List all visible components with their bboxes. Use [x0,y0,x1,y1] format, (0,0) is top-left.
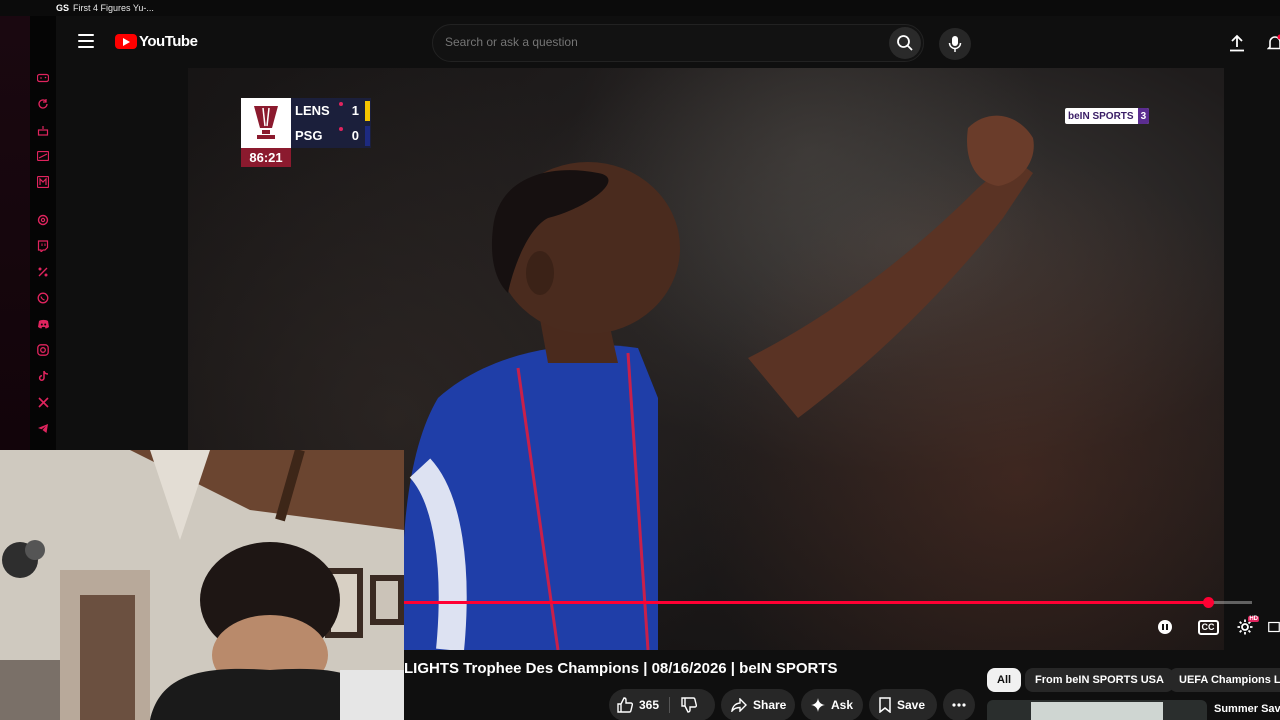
m-icon[interactable] [36,175,50,189]
openai-icon[interactable] [36,213,50,227]
upload-button[interactable] [1226,32,1248,54]
discord-icon[interactable] [36,317,50,331]
side-rail-accent [0,16,30,450]
chip-topic[interactable]: UEFA Champions League [1169,668,1280,692]
red-card-icon [339,102,343,106]
refresh-icon[interactable] [36,97,50,111]
red-card-icon [339,127,343,131]
pause-icon [1158,620,1172,634]
broadcaster-name: beIN SPORTS [1068,110,1134,122]
sparkle-icon [811,698,825,712]
home-team: LENS [295,103,330,118]
like-dislike-group: 365 [609,689,715,720]
like-button[interactable]: 365 [617,689,659,720]
match-clock: 86:21 [241,148,291,167]
ask-button[interactable]: Ask [801,689,863,720]
webcam-feed-image [0,450,404,720]
away-team: PSG [295,128,323,143]
like-count: 365 [639,698,660,712]
cc-icon: CC [1197,619,1219,635]
thumbs-down-icon [681,697,697,713]
away-score: 0 [351,128,359,143]
home-color-bar [365,101,370,121]
share-label: Share [753,698,787,712]
bell-icon [1267,34,1280,50]
upload-icon [1230,34,1244,52]
tab-favicon: GS [56,3,70,13]
twitch-icon[interactable] [36,239,50,253]
progress-played [404,601,1208,604]
miniplayer-icon [1268,621,1280,633]
settings-button[interactable]: HD [1233,616,1259,638]
voice-search-button[interactable] [939,28,971,60]
hamburger-menu-icon[interactable] [78,34,94,48]
video-title: LIGHTS Trophee Des Champions | 08/16/202… [404,660,838,677]
dislike-button[interactable] [681,689,697,720]
scrubber-handle[interactable] [1202,597,1214,608]
search-icon [897,35,913,51]
thumbnail-image [1031,702,1163,720]
chip-all[interactable]: All [987,668,1022,692]
hd-badge-icon: HD [1248,616,1259,622]
youtube-play-icon [115,34,137,49]
tiktok-icon[interactable] [36,369,50,383]
channel-number: 3 [1137,108,1150,124]
microphone-icon [948,36,962,52]
tab-title: First 4 Figures Yu-... [73,3,154,13]
like-divider [669,697,670,713]
more-horizontal-icon [952,703,966,707]
browser-tab[interactable]: GS First 4 Figures Yu-... [56,0,154,16]
bookmark-icon [879,697,891,713]
notifications-button[interactable] [1264,32,1280,54]
away-team-row: PSG 0 [291,123,371,148]
cake-icon[interactable] [36,123,50,137]
gamepad-icon[interactable] [36,71,50,85]
percent-icon[interactable] [36,265,50,279]
save-button[interactable]: Save [869,689,937,720]
captions-button[interactable]: CC [1196,616,1220,638]
ask-label: Ask [831,698,854,712]
recommendation-title[interactable]: Summer Savings [1214,703,1280,715]
youtube-header: YouTube [56,16,1280,68]
score-rows: LENS 1 PSG 0 [291,98,371,148]
more-actions-button[interactable] [943,689,975,720]
autoplay-toggle[interactable] [1153,616,1177,638]
browser-tab-strip: GS First 4 Figures Yu-... [0,0,1280,16]
save-label: Save [897,698,926,712]
telegram-icon[interactable] [36,421,50,435]
share-button[interactable]: Share [721,689,795,720]
search-input[interactable] [445,35,845,49]
card-icon[interactable] [36,149,50,163]
thumbs-up-icon [617,697,633,713]
share-icon [731,698,747,712]
x-icon[interactable] [36,395,50,409]
home-score: 1 [351,103,359,118]
webcam-overlay [0,450,404,720]
search-box [432,24,924,62]
scoreboard: LENS 1 PSG 0 86:21 [241,98,371,168]
search-button[interactable] [889,27,921,59]
progress-bar[interactable] [404,597,1252,608]
whatsapp-icon[interactable] [36,291,50,305]
home-team-row: LENS 1 [291,98,371,123]
miniplayer-button[interactable] [1268,616,1280,638]
trophy-logo-icon [241,98,291,148]
broadcaster-logo: beIN SPORTS 3 [1065,108,1150,124]
app-side-rail [0,16,56,450]
chip-from-channel[interactable]: From beIN SPORTS USA [1025,668,1174,692]
logo-text: YouTube [139,33,198,50]
instagram-icon[interactable] [36,343,50,357]
youtube-logo[interactable]: YouTube [115,33,198,50]
away-color-bar [365,126,370,146]
recommendation-thumbnail[interactable] [987,700,1207,720]
screen: GS First 4 Figures Yu-... YouTube Search… [0,0,1280,720]
